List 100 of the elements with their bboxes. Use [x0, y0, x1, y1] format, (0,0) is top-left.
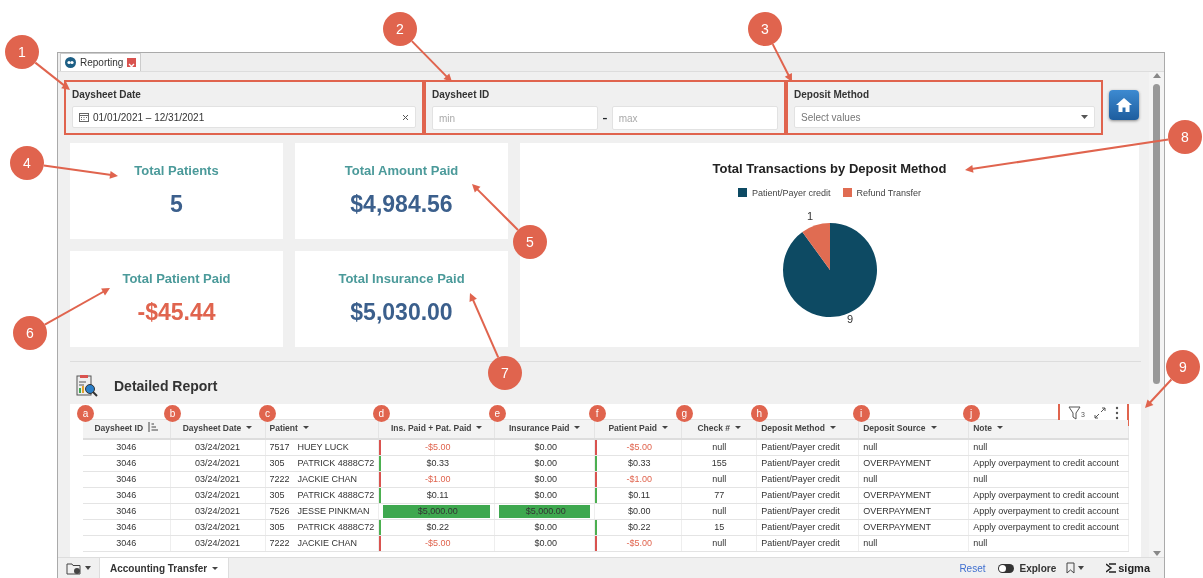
table-cell: 03/24/2021: [170, 455, 265, 472]
table-cell: Patient/Payer credit: [756, 503, 859, 520]
table-cell: 3046: [83, 519, 170, 536]
table-cell: Patient/Payer credit: [756, 455, 859, 472]
filter-label: Daysheet Date: [72, 88, 142, 102]
amount-cell-text: $0.00: [533, 457, 558, 470]
metric-value: -$45.44: [137, 297, 216, 327]
column-header[interactable]: Deposit Source: [858, 419, 969, 439]
app-logo-icon: [65, 57, 76, 68]
patient-id: 7222: [269, 472, 291, 486]
dropdown-caret-icon[interactable]: [997, 426, 1004, 430]
amount-cell: -$5.00: [595, 440, 682, 455]
column-header[interactable]: Check #: [681, 419, 757, 439]
patient-id: 305: [269, 520, 286, 534]
patient-name: JESSE PINKMAN: [297, 505, 370, 516]
dropdown-caret-icon[interactable]: [662, 426, 669, 430]
table-cell: OVERPAYMENT: [858, 487, 969, 504]
dropdown-caret-icon[interactable]: [246, 426, 253, 430]
table-cell: OVERPAYMENT: [858, 503, 969, 520]
callout-number: 3: [748, 12, 782, 46]
dropdown-caret-icon[interactable]: [930, 426, 937, 430]
chart-title: Total Transactions by Deposit Method: [712, 160, 947, 178]
section-title: Detailed Report: [114, 376, 218, 396]
table-cell: null: [968, 535, 1129, 552]
amount-cell-text: $0.00: [533, 521, 558, 534]
table-cell: 03/24/2021: [170, 487, 265, 504]
column-header[interactable]: Daysheet ID: [83, 419, 170, 439]
table-cell: null: [858, 471, 969, 488]
metric-title: Total Amount Paid: [344, 162, 459, 180]
metric-value: $4,984.56: [350, 189, 453, 219]
column-header[interactable]: Patient Paid: [594, 419, 682, 439]
patient-name: PATRICK 4888C72: [297, 521, 375, 532]
callout-arrow: [43, 288, 110, 326]
report-tab[interactable]: Reporting: [60, 53, 142, 71]
column-header[interactable]: Insurance Paid: [494, 419, 595, 439]
expand-icon[interactable]: [1093, 406, 1107, 420]
table-cell: null: [681, 439, 757, 456]
report-icon: [74, 374, 98, 398]
patient-name: PATRICK 4888C72: [297, 457, 375, 468]
bookmark-menu-icon[interactable]: [1066, 562, 1085, 574]
dropdown-caret-icon[interactable]: [574, 426, 581, 430]
column-header[interactable]: Deposit Method: [756, 419, 859, 439]
amount-cell: $0.33: [595, 456, 682, 471]
table-cell: 15: [681, 519, 757, 536]
page-tab[interactable]: Accounting Transfer: [99, 558, 230, 578]
patient-name: PATRICK 4888C72: [297, 489, 375, 500]
date-range-field[interactable]: 01/01/2021 – 12/31/2021: [72, 106, 416, 128]
table-cell: 3046: [83, 455, 170, 472]
amount-cell-text: $0.00: [533, 489, 558, 502]
callout-number: 1: [5, 35, 39, 69]
table-cell: null: [858, 535, 969, 552]
table-cell: 77: [681, 487, 757, 504]
callout-number: 6: [13, 316, 47, 350]
amount-cell: -$5.00: [379, 440, 495, 455]
column-header[interactable]: Ins. Paid + Pat. Paid: [378, 419, 495, 439]
clear-icon[interactable]: [402, 113, 409, 121]
scrollbar[interactable]: [1149, 72, 1164, 557]
more-menu-icon[interactable]: [1115, 406, 1119, 420]
home-button[interactable]: [1109, 90, 1139, 120]
table-cell: 155: [681, 455, 757, 472]
metric-value: $5,030.00: [350, 297, 453, 327]
home-icon: [1115, 97, 1133, 113]
legend-item: Patient/Payer credit: [737, 186, 831, 200]
select-field[interactable]: Select values: [794, 106, 1095, 128]
table-cell: null: [858, 439, 969, 456]
close-icon[interactable]: [127, 58, 137, 67]
dropdown-caret-icon[interactable]: [829, 426, 836, 430]
reset-link[interactable]: Reset: [959, 560, 986, 576]
brand-logo: sigma: [1106, 559, 1150, 577]
callout-arrow: [472, 184, 519, 231]
callout-number: 2: [383, 12, 417, 46]
legend-item: Refund Transfer: [842, 186, 922, 200]
callout-arrow: [469, 293, 500, 359]
table-cell: Patient/Payer credit: [756, 487, 859, 504]
column-header[interactable]: Daysheet Date: [170, 419, 265, 439]
table-cell: 3046: [83, 487, 170, 504]
filter-label: Deposit Method: [794, 88, 870, 102]
explore-toggle[interactable]: [997, 563, 1014, 573]
patient-id: 305: [269, 488, 286, 502]
column-header[interactable]: Patient: [265, 419, 379, 439]
slice-label: 9: [846, 313, 853, 325]
explore-label: Explore: [1019, 561, 1057, 576]
table-cell: 3046: [83, 439, 170, 456]
dropdown-caret-icon[interactable]: [476, 426, 483, 430]
table-cell: OVERPAYMENT: [858, 455, 969, 472]
amount-cell: -$5.00: [595, 536, 682, 551]
table-cell: 3046: [83, 535, 170, 552]
metric-title: Total Patient Paid: [122, 270, 231, 288]
patient-id: 7517: [269, 440, 291, 454]
table-cell: Apply overpayment to credit account: [968, 519, 1129, 536]
table-cell: null: [968, 439, 1129, 456]
metric-title: Total Insurance Paid: [338, 270, 465, 288]
table-cell: Apply overpayment to credit account: [968, 487, 1129, 504]
table-cell: Patient/Payer credit: [756, 535, 859, 552]
amount-cell-text: $0.00: [626, 505, 652, 518]
column-header[interactable]: Note: [968, 419, 1129, 439]
table-cell: 03/24/2021: [170, 439, 265, 456]
table-cell: 3046: [83, 471, 170, 488]
dropdown-caret-icon[interactable]: [302, 426, 309, 430]
dropdown-caret-icon[interactable]: [735, 426, 741, 430]
